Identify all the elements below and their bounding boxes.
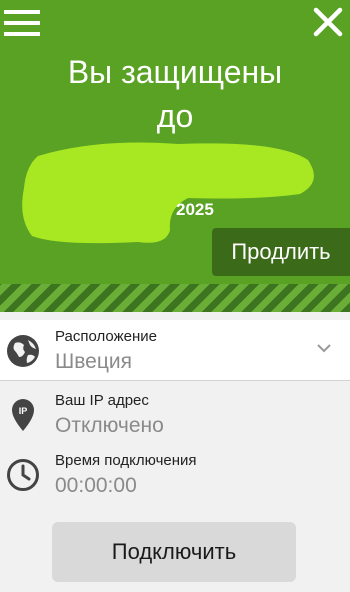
connection-time-value: 00:00:00 — [55, 474, 137, 497]
ip-value: Отключено — [55, 414, 164, 437]
location-label: Расположение — [55, 328, 157, 345]
location-value: Швеция — [55, 350, 132, 373]
connection-time-label: Время подключения — [55, 452, 197, 469]
renew-button[interactable]: Продлить — [212, 228, 350, 276]
ip-pin-icon: IP — [12, 399, 34, 431]
protection-title: Вы защищены — [67, 54, 283, 90]
ip-label: Ваш IP адрес — [55, 392, 149, 409]
protection-until-label: до — [156, 98, 194, 134]
connection-time-row: Время подключения 00:00:00 — [0, 444, 350, 504]
location-selector[interactable]: Расположение Швеция — [0, 320, 350, 381]
globe-icon — [7, 335, 39, 367]
protection-year: 2025 — [176, 200, 214, 219]
striped-divider — [0, 284, 350, 312]
connect-button[interactable]: Подключить — [52, 522, 296, 582]
clock-icon — [7, 459, 39, 491]
ip-address-row: IP Ваш IP адрес Отключено — [0, 384, 350, 444]
chevron-down-icon[interactable] — [316, 342, 332, 354]
ip-pin-badge-text: IP — [19, 406, 28, 416]
protection-banner: Вы защищены до 2025 Продлить — [0, 0, 350, 312]
close-icon[interactable] — [312, 6, 344, 38]
hamburger-menu-icon[interactable] — [4, 10, 40, 36]
